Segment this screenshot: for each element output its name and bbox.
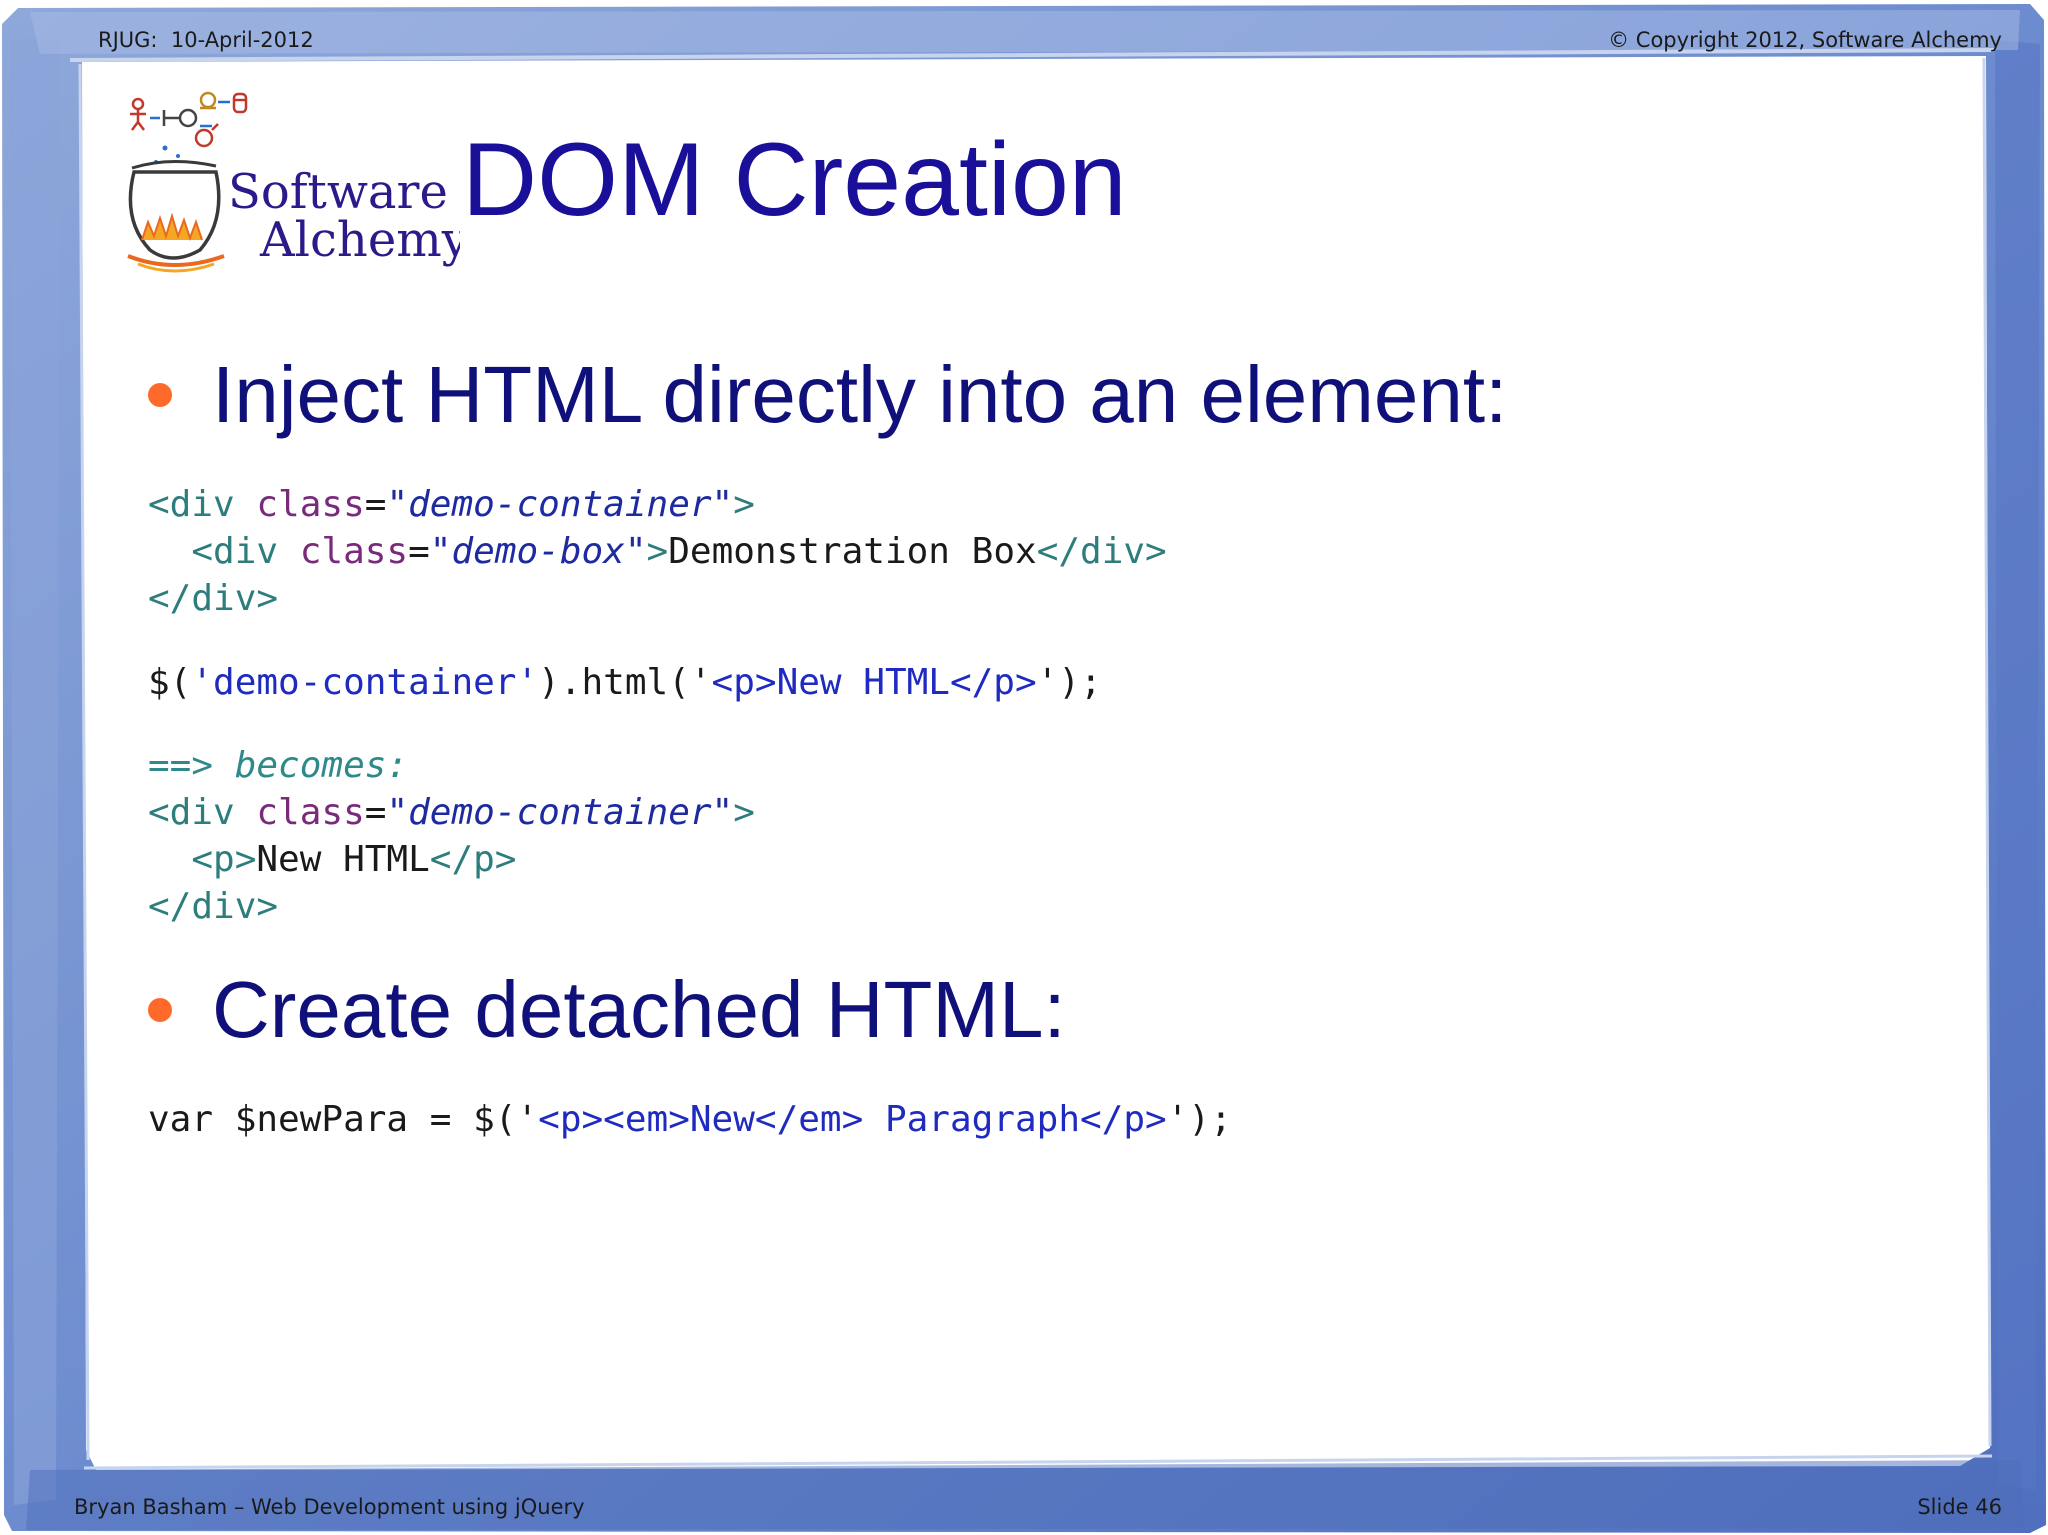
bullet-create-detached: Create detached HTML: xyxy=(148,970,1066,1050)
header-copyright: © Copyright 2012, Software Alchemy xyxy=(1608,28,2002,52)
software-alchemy-logo: Software Alchemy xyxy=(127,91,460,273)
header-event: RJUG: 10-April-2012 xyxy=(98,28,314,52)
code-block-detached: var $newPara = $('<p><em>New</em> Paragr… xyxy=(148,1099,1232,1140)
code-block-html-call: $('demo-container').html('<p>New HTML</p… xyxy=(148,662,1102,703)
bullet-dot-icon xyxy=(148,382,172,407)
bullet-inject-html: Inject HTML directly into an element: xyxy=(148,355,1507,435)
cauldron-icon xyxy=(127,160,225,273)
slide-title: DOM Creation xyxy=(462,122,1127,238)
footer-slide-number: Slide 46 xyxy=(1917,1495,2002,1519)
code-block-result: ==> becomes: <div class="demo-container"… xyxy=(148,745,755,927)
code-block-original-markup: <div class="demo-container"> <div class=… xyxy=(148,484,1167,619)
bullet-text: Create detached HTML: xyxy=(212,965,1066,1054)
logo-text-alchemy: Alchemy xyxy=(259,212,460,268)
footer-presentation-title: Bryan Basham – Web Development using jQu… xyxy=(74,1495,585,1519)
bullet-text: Inject HTML directly into an element: xyxy=(212,350,1508,439)
bullet-dot-icon xyxy=(148,997,172,1022)
flow-icons xyxy=(130,91,248,148)
